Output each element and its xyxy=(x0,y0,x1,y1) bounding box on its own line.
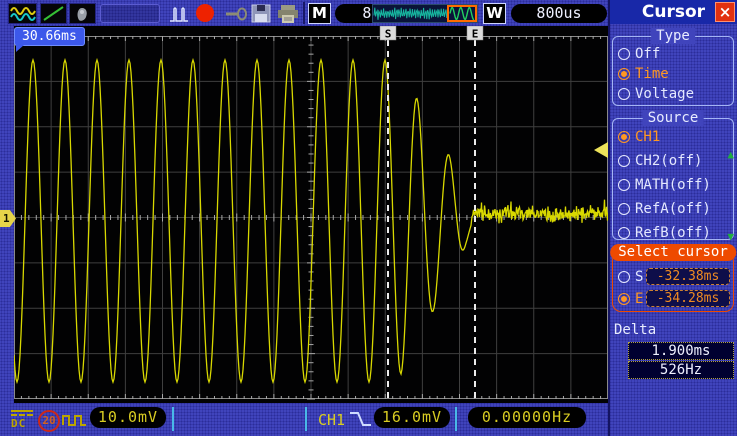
ramp-icon[interactable] xyxy=(40,3,67,24)
cursor-s-label: S xyxy=(385,28,392,41)
zoom-window-thumbnail[interactable] xyxy=(372,4,478,23)
radio-icon xyxy=(618,203,630,215)
falling-edge-glyph xyxy=(349,409,373,429)
invert-wave-icon xyxy=(62,412,88,431)
type-group-label: Type xyxy=(651,28,695,44)
record-icon[interactable] xyxy=(194,3,218,24)
blank-button[interactable] xyxy=(100,4,160,23)
save-glyph xyxy=(250,3,272,24)
source-option-ch1[interactable]: CH1 xyxy=(618,128,729,146)
radio-icon xyxy=(618,155,630,167)
trigger-level-readout: 16.0mV xyxy=(374,407,450,428)
cursor-e-label: E xyxy=(472,28,479,41)
close-icon[interactable]: × xyxy=(715,2,735,22)
delta-time-value: 1.900ms xyxy=(628,342,734,360)
source-group-label: Source xyxy=(643,110,704,126)
main-timebase-button[interactable]: M xyxy=(308,3,331,24)
falling-edge-icon xyxy=(349,409,373,433)
radio-selected-icon xyxy=(618,293,630,305)
trigger-frequency-readout: 0.00000Hz xyxy=(468,407,586,428)
select-cursor-label: Select cursor xyxy=(610,244,736,261)
delay-readout-tag: 30.66ms xyxy=(14,27,85,46)
source-option-math[interactable]: MATH(off) xyxy=(618,176,729,194)
snapshot-glyph xyxy=(70,4,95,23)
statusbar-separator xyxy=(455,407,457,431)
scroll-down-icon[interactable]: ▼ xyxy=(727,232,734,242)
radio-selected-icon xyxy=(618,131,630,143)
snapshot-icon[interactable] xyxy=(69,3,96,24)
screw-icon[interactable] xyxy=(224,3,249,24)
waveform-channels-glyph xyxy=(9,4,36,23)
cursor-e-value: -34.28ms xyxy=(646,290,730,307)
scroll-up-icon[interactable]: ▲ xyxy=(727,150,734,160)
waveform-channels-icon[interactable] xyxy=(8,3,37,24)
pulse-icon[interactable] xyxy=(168,3,192,24)
statusbar-separator xyxy=(172,407,174,431)
source-option-refb[interactable]: RefB(off) xyxy=(618,224,729,242)
radio-selected-icon xyxy=(618,68,630,80)
thumbnail-wave xyxy=(373,5,477,22)
radio-icon xyxy=(618,48,630,60)
status-bar: DC 20 10.0mV CH1 16.0mV 0.00000Hz xyxy=(0,404,737,436)
delay-tag-pointer xyxy=(16,45,24,52)
coupling-icon: DC xyxy=(11,410,33,430)
ramp-glyph xyxy=(41,4,66,23)
trigger-source-label: CH1 xyxy=(318,411,345,429)
screw-glyph xyxy=(224,3,249,24)
statusbar-separator xyxy=(305,407,307,431)
radio-icon xyxy=(618,271,630,283)
source-option-ch2[interactable]: CH2(off) xyxy=(618,152,729,170)
toolbar-separator xyxy=(303,2,305,24)
bandwidth-limit-icon: 20 xyxy=(38,410,60,432)
type-option-off[interactable]: Off xyxy=(618,45,729,63)
save-icon[interactable] xyxy=(250,3,272,24)
delta-label: Delta xyxy=(614,322,656,338)
ch1-scale-readout: 10.0mV xyxy=(90,407,166,428)
trigger-level-marker[interactable] xyxy=(594,142,608,158)
window-timebase-button[interactable]: W xyxy=(483,3,506,24)
delta-frequency-value: 526Hz xyxy=(628,361,734,379)
type-option-time[interactable]: Time xyxy=(618,65,729,83)
print-icon[interactable] xyxy=(276,3,301,24)
radio-icon xyxy=(618,227,630,239)
oscilloscope-screen: M 800us W 800us S xyxy=(0,0,737,436)
cursor-s-value: -32.38ms xyxy=(646,268,730,285)
coupling-label: DC xyxy=(11,417,33,430)
source-group: Source CH1 CH2(off) MATH(off) RefA(off) … xyxy=(612,118,734,240)
window-timebase-readout: 800us xyxy=(511,4,607,23)
radio-icon xyxy=(618,88,630,100)
pulse-glyph xyxy=(168,3,192,24)
print-glyph xyxy=(276,3,301,24)
type-group: Type Off Time Voltage xyxy=(612,36,734,106)
square-wave-glyph xyxy=(62,412,88,427)
record-glyph xyxy=(194,3,218,24)
type-option-voltage[interactable]: Voltage xyxy=(618,85,729,103)
scope-canvas: S E xyxy=(14,26,608,403)
source-option-refa[interactable]: RefA(off) xyxy=(618,200,729,218)
cursor-menu-panel: Cursor × Type Off Time Voltage Source CH… xyxy=(610,0,737,436)
graticule-area: S E xyxy=(14,26,608,403)
select-cursor-group: Select cursor S -32.38ms E -34.28ms xyxy=(612,252,734,312)
radio-icon xyxy=(618,179,630,191)
